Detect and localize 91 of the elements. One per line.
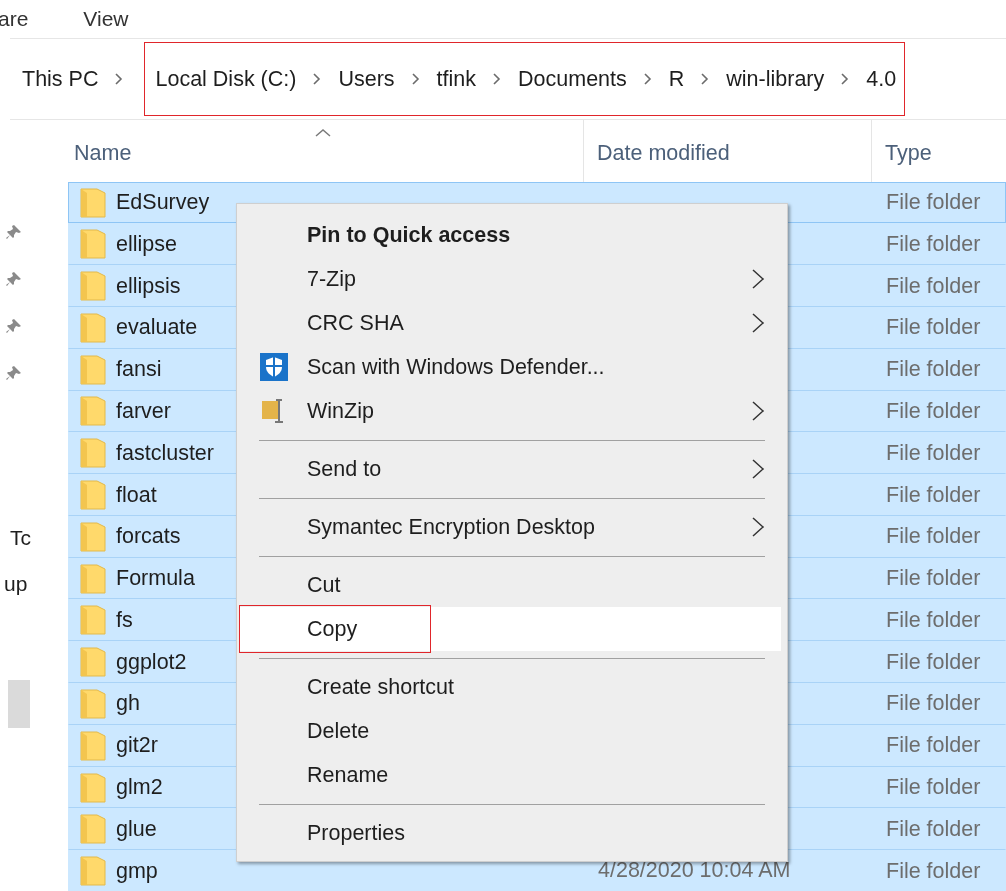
file-type: File folder <box>885 524 981 550</box>
breadcrumb-item[interactable]: R <box>668 66 685 92</box>
sort-caret-icon <box>314 128 332 138</box>
folder-icon <box>80 605 106 636</box>
shield-icon <box>259 352 289 382</box>
folder-icon <box>80 730 106 761</box>
file-name: ggplot2 <box>116 649 187 675</box>
file-name: gmp <box>116 858 158 884</box>
file-type: File folder <box>885 357 981 383</box>
file-type: File folder <box>885 398 981 424</box>
pin-icon <box>5 317 23 335</box>
chevron-right-icon <box>312 73 323 85</box>
file-type: File folder <box>885 691 981 717</box>
folder-icon <box>80 814 106 845</box>
breadcrumb-item[interactable]: win-library <box>726 66 825 92</box>
file-name: fastcluster <box>116 440 214 466</box>
file-name: ellipse <box>116 231 177 257</box>
menu-item[interactable]: Copy <box>239 607 781 651</box>
file-name: EdSurvey <box>116 190 210 216</box>
menu-item[interactable]: Scan with Windows Defender... <box>239 345 781 389</box>
folder-icon <box>80 688 106 719</box>
file-type: File folder <box>885 607 981 633</box>
folder-icon <box>80 563 106 594</box>
folder-icon <box>80 396 106 427</box>
breadcrumb-item[interactable]: Local Disk (C:) <box>155 66 297 92</box>
file-name: fs <box>116 607 133 633</box>
folder-icon <box>80 271 106 302</box>
folder-icon <box>80 521 106 552</box>
nav-item[interactable]: up <box>4 572 46 596</box>
breadcrumb-item[interactable]: This PC <box>22 66 99 92</box>
file-name: float <box>116 482 157 508</box>
file-name: gh <box>116 691 140 717</box>
chevron-right-icon <box>114 73 125 85</box>
breadcrumb-item[interactable]: 4.0 <box>866 66 897 92</box>
pin-icon <box>5 223 23 241</box>
file-name: git2r <box>116 733 158 759</box>
scrollbar-thumb[interactable] <box>8 680 30 728</box>
file-type: File folder <box>885 733 981 759</box>
chevron-right-icon <box>492 73 503 85</box>
file-name: glue <box>116 816 157 842</box>
file-name: Formula <box>116 566 195 592</box>
folder-icon <box>80 480 106 511</box>
file-type: File folder <box>885 273 981 299</box>
folder-icon <box>80 647 106 678</box>
chevron-right-icon <box>410 73 421 85</box>
file-type: File folder <box>885 231 981 257</box>
nav-item[interactable]: Tc <box>10 526 46 550</box>
file-type: File folder <box>885 482 981 508</box>
folder-icon <box>80 772 106 803</box>
file-type: File folder <box>885 566 981 592</box>
file-name: farver <box>116 398 171 424</box>
file-type: File folder <box>885 190 981 216</box>
menu-item[interactable]: Symantec Encryption Desktop <box>239 505 781 549</box>
chevron-right-icon <box>700 73 711 85</box>
breadcrumb-item[interactable]: Users <box>338 66 395 92</box>
folder-icon <box>80 187 106 218</box>
folder-icon <box>80 229 106 260</box>
file-name: forcats <box>116 524 181 550</box>
menu-item[interactable]: Rename <box>239 753 781 797</box>
menu-item[interactable]: Send to <box>239 447 781 491</box>
file-name: fansi <box>116 357 162 383</box>
breadcrumb-item[interactable]: tfink <box>436 66 477 92</box>
menu-item[interactable]: 7-Zip <box>239 257 781 301</box>
menu-item[interactable]: Create shortcut <box>239 665 781 709</box>
column-header[interactable]: Name <box>68 120 583 182</box>
file-type: File folder <box>885 440 981 466</box>
folder-icon <box>80 354 106 385</box>
column-header[interactable]: Type <box>871 120 1001 182</box>
menu-item[interactable]: CRC SHA <box>239 301 781 345</box>
file-name: ellipsis <box>116 273 181 299</box>
chevron-right-icon <box>840 73 851 85</box>
file-type: File folder <box>885 775 981 800</box>
folder-icon <box>80 438 106 469</box>
chevron-right-icon <box>642 73 653 85</box>
date-modified: 4/28/2020 10:04 AM <box>598 860 791 882</box>
pin-icon <box>5 364 23 382</box>
menu-item[interactable]: Delete <box>239 709 781 753</box>
file-type: File folder <box>885 858 981 884</box>
file-type: File folder <box>885 315 981 341</box>
file-type: File folder <box>885 649 981 675</box>
folder-icon <box>80 856 106 887</box>
file-type: File folder <box>885 816 981 842</box>
file-name: evaluate <box>116 315 198 341</box>
pin-icon <box>5 270 23 288</box>
folder-icon <box>80 312 106 343</box>
column-header[interactable]: Date modified <box>583 120 871 182</box>
ribbon-tab[interactable]: View <box>83 7 129 31</box>
breadcrumb-item[interactable]: Documents <box>518 66 627 92</box>
menu-item[interactable]: Cut <box>239 563 781 607</box>
menu-item[interactable]: WinZip <box>239 389 781 433</box>
file-name: glm2 <box>116 775 163 800</box>
